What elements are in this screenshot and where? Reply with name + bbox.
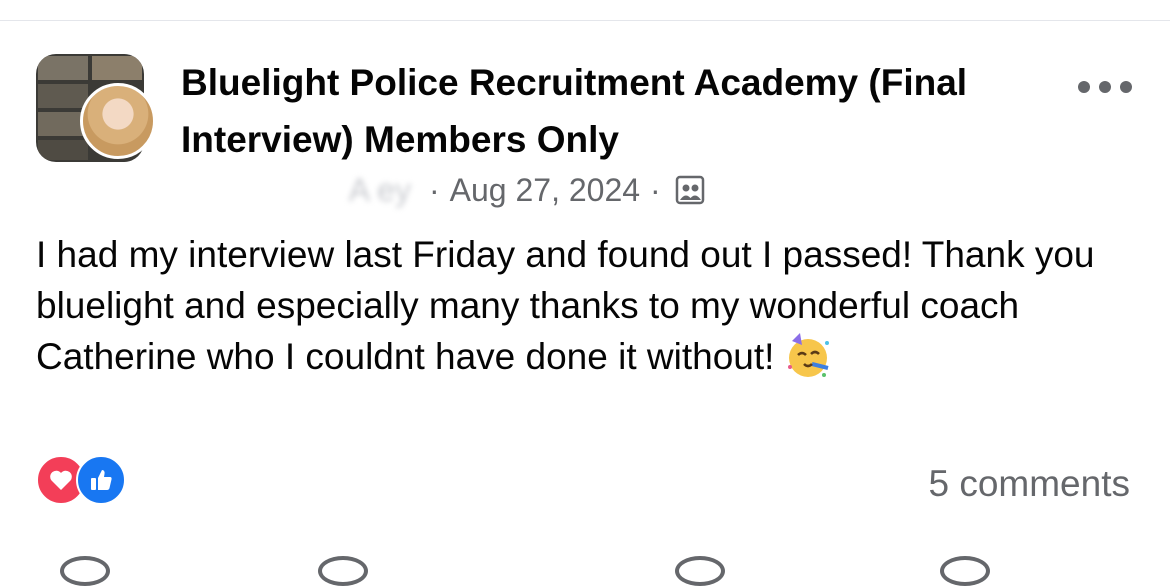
send-button[interactable] <box>675 556 725 586</box>
comments-count[interactable]: 5 comments <box>928 463 1130 505</box>
feed-post: Bluelight Police Recruitment Academy (Fi… <box>0 0 1170 586</box>
like-button[interactable] <box>60 556 110 586</box>
more-dot <box>1099 81 1111 93</box>
post-date[interactable]: Aug 27, 2024 <box>450 172 640 209</box>
partying-face-emoji <box>788 333 830 377</box>
author-name[interactable]: A ey <box>181 172 411 209</box>
comment-button[interactable] <box>318 556 368 586</box>
video-tile <box>38 84 88 108</box>
post-body: I had my interview last Friday and found… <box>36 234 1095 377</box>
video-tile <box>38 140 88 160</box>
more-dot <box>1120 81 1132 93</box>
share-button[interactable] <box>940 556 990 586</box>
more-dot <box>1078 81 1090 93</box>
members-only-icon <box>675 175 704 205</box>
meta-separator: · <box>650 171 661 208</box>
more-options-icon[interactable] <box>1078 74 1132 100</box>
reactions-summary[interactable] <box>36 455 126 505</box>
author-avatar[interactable] <box>80 83 156 159</box>
post-meta: A ey · Aug 27, 2024 · <box>181 170 705 210</box>
video-tile <box>92 56 142 80</box>
group-name[interactable]: Bluelight Police Recruitment Academy (Fi… <box>181 54 1041 168</box>
video-tile <box>38 56 88 80</box>
action-bar <box>0 550 1170 586</box>
like-reaction-icon <box>76 455 126 505</box>
meta-separator: · <box>429 171 440 208</box>
post-text: I had my interview last Friday and found… <box>36 229 1136 382</box>
